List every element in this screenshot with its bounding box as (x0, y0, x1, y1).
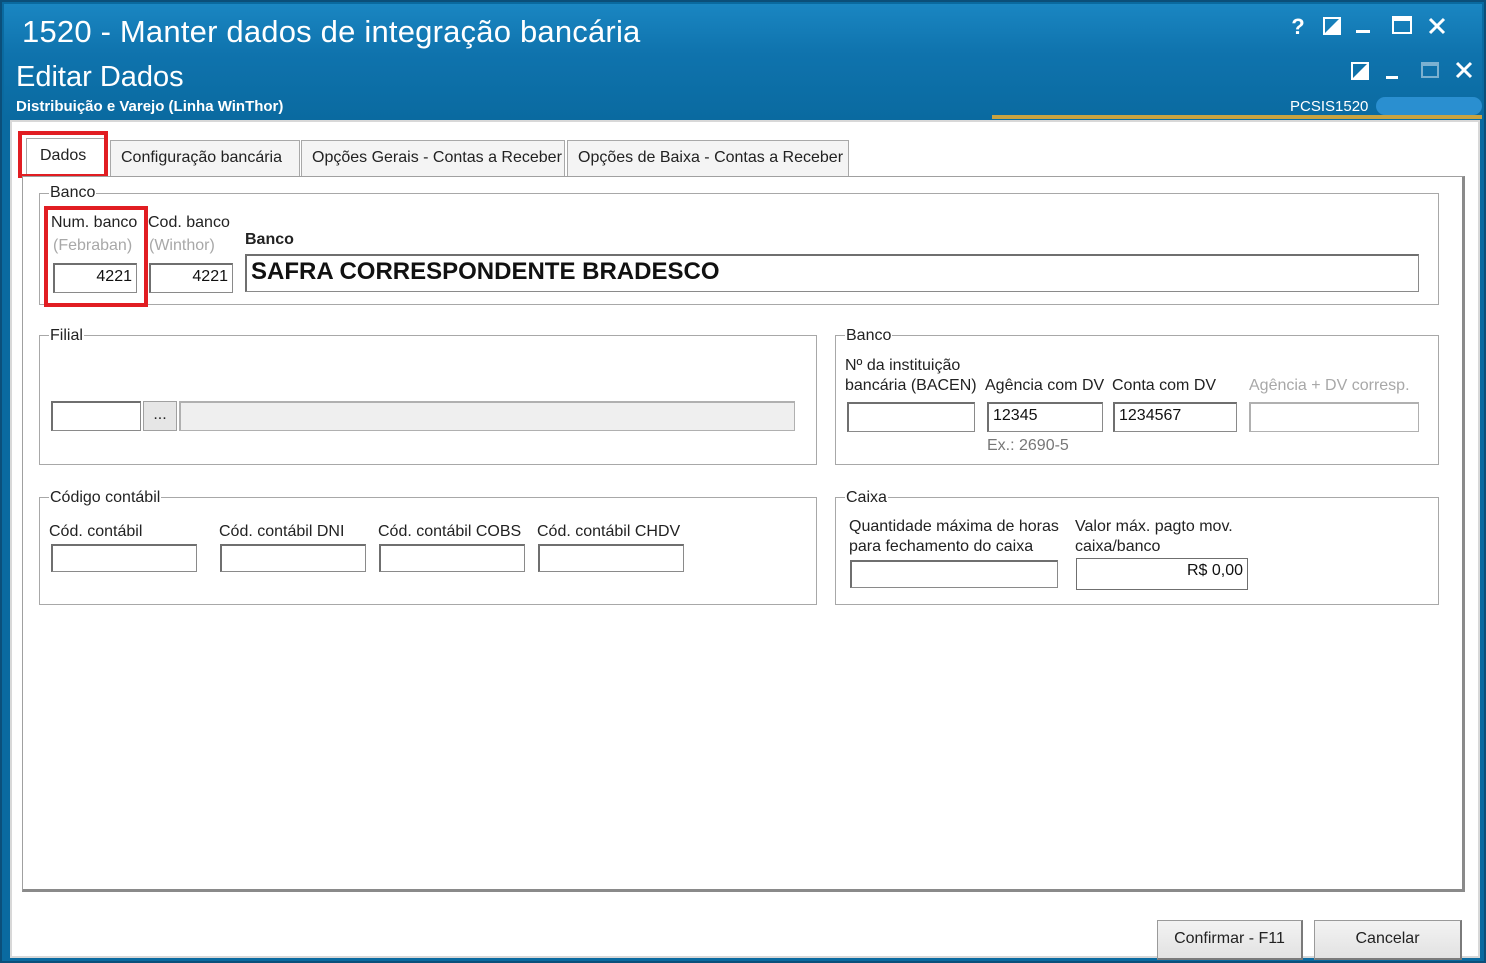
banco-name-input[interactable]: SAFRA CORRESPONDENTE BRADESCO (245, 254, 1419, 292)
form-maximize-icon[interactable] (1420, 62, 1440, 80)
bacen-label-line2: bancária (BACEN) (845, 377, 977, 394)
form-restore-icon[interactable] (1350, 62, 1370, 82)
valor-label-line1: Valor máx. pagto mov. (1075, 518, 1233, 535)
routine-code-pill (1376, 97, 1482, 115)
conta-label: Conta com DV (1112, 377, 1217, 394)
minimize-icon[interactable] (1356, 30, 1370, 33)
form-content: Dados Configuração bancária Opções Gerai… (10, 120, 1480, 960)
confirm-button[interactable]: Confirmar - F11 (1157, 920, 1303, 960)
window-title: 1520 - Manter dados de integração bancár… (22, 14, 641, 49)
agencia-hint: Ex.: 2690-5 (987, 437, 1069, 454)
group-filial-legend: Filial (49, 327, 84, 345)
bacen-input[interactable] (847, 402, 975, 432)
group-banco-legend: Banco (49, 184, 97, 202)
filial-browse-button[interactable]: ... (143, 401, 177, 431)
agencia-input[interactable]: 12345 (987, 402, 1103, 432)
horas-input[interactable] (850, 560, 1058, 588)
cod-dni-input[interactable] (220, 544, 366, 572)
tab-configuracao-bancaria[interactable]: Configuração bancária (110, 140, 300, 176)
ag-corresp-label: Agência + DV corresp. (1249, 377, 1410, 394)
agencia-label: Agência com DV (985, 377, 1105, 394)
cod-chdv-label: Cód. contábil CHDV (537, 523, 681, 540)
tab-dados-highlight (18, 131, 108, 178)
form-close-icon[interactable] (1454, 61, 1474, 81)
filial-code-input[interactable] (51, 401, 141, 431)
form-minimize-icon[interactable] (1386, 76, 1398, 79)
form-subtitle: Distribuição e Varejo (Linha WinThor) (16, 98, 284, 115)
header-accent-line (992, 115, 1482, 119)
valor-input[interactable]: R$ 0,00 (1076, 558, 1248, 590)
help-icon[interactable]: ? (1288, 14, 1308, 40)
form-title: Editar Dados (16, 61, 184, 93)
cod-cobs-input[interactable] (379, 544, 525, 572)
window-titlebar[interactable]: 1520 - Manter dados de integração bancár… (4, 4, 1482, 54)
num-banco-highlight (44, 206, 148, 307)
bacen-label-line1: Nº da instituição (845, 357, 961, 374)
cod-banco-sublabel: (Winthor) (149, 237, 215, 254)
horas-label-line1: Quantidade máxima de horas (849, 518, 1059, 535)
restore-icon[interactable] (1322, 17, 1342, 37)
banco-name-label: Banco (245, 231, 294, 248)
conta-input[interactable]: 1234567 (1113, 402, 1237, 432)
app-window: 1520 - Manter dados de integração bancár… (0, 0, 1486, 963)
group-banco-conta (835, 335, 1439, 465)
cod-banco-label: Cod. banco (148, 214, 230, 231)
form-header: Editar Dados Distribuição e Varejo (Linh… (4, 54, 1482, 120)
cod-contabil-input[interactable] (51, 544, 197, 572)
cod-contabil-label: Cód. contábil (49, 523, 143, 540)
group-filial (39, 335, 817, 465)
cod-banco-input[interactable]: 4221 (149, 263, 233, 293)
group-codigo-contabil-legend: Código contábil (49, 489, 162, 507)
cod-chdv-input[interactable] (538, 544, 684, 572)
cancel-button[interactable]: Cancelar (1314, 920, 1462, 960)
filial-name-input (179, 401, 795, 431)
group-banco-conta-legend: Banco (845, 327, 893, 345)
cod-dni-label: Cód. contábil DNI (219, 523, 345, 540)
group-caixa-legend: Caixa (845, 489, 888, 507)
tab-panel-dados: Banco Num. banco (Febraban) 4221 Cod. ba… (22, 176, 1465, 892)
tab-opcoes-baixa[interactable]: Opções de Baixa - Contas a Receber (567, 140, 849, 176)
cod-cobs-label: Cód. contábil COBS (378, 523, 522, 540)
ag-corresp-input (1249, 402, 1419, 432)
tab-opcoes-gerais[interactable]: Opções Gerais - Contas a Receber (301, 140, 565, 176)
maximize-icon[interactable] (1391, 16, 1413, 36)
close-icon[interactable] (1426, 16, 1448, 38)
valor-label-line2: caixa/banco (1075, 538, 1161, 555)
routine-code: PCSIS1520 (1290, 98, 1369, 115)
horas-label-line2: para fechamento do caixa (849, 538, 1034, 555)
